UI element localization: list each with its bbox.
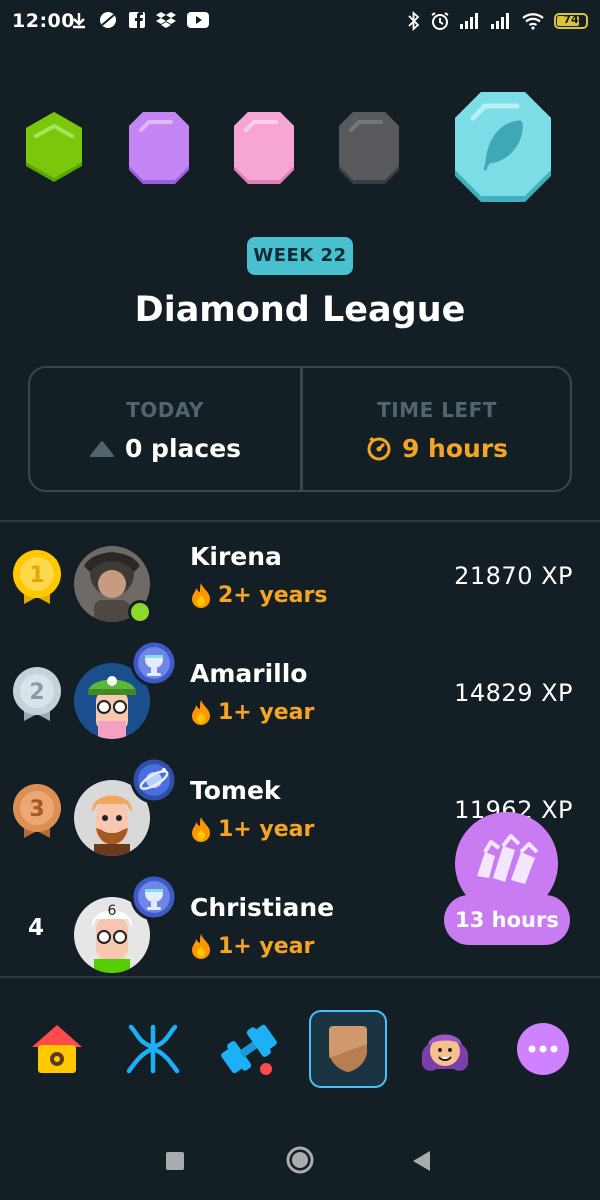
bronze-medal-icon: 3: [13, 784, 61, 838]
time-left-stat: TIME LEFT 9 hours: [302, 368, 572, 489]
user-name: Kirena: [190, 542, 282, 571]
xp-value: 14829 XP: [454, 679, 573, 707]
tab-practice[interactable]: [210, 1010, 288, 1088]
today-stat: TODAY 0 places: [30, 368, 300, 489]
shield-icon: [329, 1026, 367, 1072]
leaderboard-row[interactable]: 2 Amarillo 1+ year 14829 XP: [0, 639, 600, 758]
svg-text:2: 2: [29, 680, 44, 705]
trophy-badge-icon: [130, 639, 178, 687]
home-button[interactable]: [285, 1145, 315, 1175]
tab-characters[interactable]: [114, 1010, 192, 1088]
tab-home[interactable]: [18, 1010, 96, 1088]
xp-value: 21870 XP: [454, 562, 573, 590]
time-left-value: 9 hours: [401, 434, 509, 463]
fire-icon: [192, 817, 210, 842]
more-icon: [517, 1023, 569, 1075]
pink-league-badge: [234, 112, 294, 184]
triangle-up-icon: [89, 440, 114, 457]
signal-icon-2: [491, 13, 509, 29]
facebook-icon: [129, 12, 145, 28]
today-value: 0 places: [124, 434, 242, 463]
streak-text: 2+ years: [218, 582, 328, 608]
status-bar: 12:00 74: [0, 0, 600, 46]
fire-icon: [192, 700, 210, 725]
system-nav-bar: [0, 1123, 600, 1200]
rank-number: 4: [28, 915, 45, 941]
bluetooth-icon: [408, 11, 420, 31]
system-icons: 74: [407, 11, 588, 31]
svg-text:1: 1: [29, 563, 44, 588]
user-name: Christiane: [190, 893, 335, 922]
leaderboard-row[interactable]: 1 Kirena 2+ years 21870 XP: [0, 524, 600, 641]
user-name: Tomek: [190, 776, 281, 805]
svg-text:6: 6: [108, 903, 117, 919]
streak-text: 1+ year: [218, 933, 315, 959]
gray-league-badge: [339, 112, 399, 184]
youtube-icon: [187, 12, 209, 28]
purple-league-badge: [129, 112, 189, 184]
character-zhe-icon: [126, 1024, 180, 1074]
tab-leagues[interactable]: [309, 1010, 387, 1088]
stats-card: TODAY 0 places TIME LEFT 9 hours: [28, 366, 572, 492]
streak: 2+ years: [190, 582, 327, 608]
today-label: TODAY: [126, 398, 204, 422]
battery-icon: 74: [554, 13, 588, 29]
tab-bar: [0, 978, 600, 1123]
tab-profile[interactable]: [406, 1010, 484, 1088]
notification-icons: [70, 10, 210, 30]
status-time: 12:00: [12, 10, 75, 32]
streak: 1+ year: [190, 816, 314, 842]
globe-icon: [100, 12, 116, 28]
back-button[interactable]: [410, 1149, 432, 1173]
trophy-badge-icon: [130, 873, 178, 921]
online-indicator: [128, 600, 152, 624]
time-left-label: TIME LEFT: [377, 398, 497, 422]
promo-timer[interactable]: 13 hours: [444, 895, 570, 945]
green-league-badge: [26, 112, 82, 182]
streak-text: 1+ year: [218, 816, 315, 842]
dumbbell-icon: [221, 1024, 277, 1075]
download-icon: [73, 13, 85, 29]
svg-text:3: 3: [29, 797, 44, 822]
signal-icon: [460, 13, 478, 29]
dropbox-icon: [156, 12, 176, 28]
fire-icon: [192, 934, 210, 959]
planet-badge-icon: [130, 756, 178, 804]
user-name: Amarillo: [190, 659, 308, 688]
streak-text: 1+ year: [218, 699, 315, 725]
streak: 1+ year: [190, 933, 314, 959]
xp-boost-promo[interactable]: 13 hours: [444, 812, 570, 946]
profile-avatar-icon: [421, 1034, 469, 1071]
alarm-icon: [431, 12, 449, 30]
silver-medal-icon: 2: [13, 667, 61, 721]
page-title: Diamond League: [134, 290, 466, 330]
fire-icon: [192, 583, 210, 608]
gold-medal-icon: 1: [13, 550, 61, 604]
house-icon: [32, 1025, 82, 1073]
divider: [0, 520, 600, 522]
recents-button[interactable]: [165, 1151, 185, 1171]
diamond-league-badge: [455, 92, 551, 202]
tab-more[interactable]: [504, 1010, 582, 1088]
leaderboard-screen: 12:00 74 WEEK 22 Diamond League TODAY 0 …: [0, 0, 600, 1200]
clock-icon: [367, 436, 391, 460]
streak: 1+ year: [190, 699, 314, 725]
week-badge: WEEK 22: [247, 237, 353, 275]
wifi-icon: [522, 13, 544, 30]
battery-level: 74: [563, 13, 579, 26]
